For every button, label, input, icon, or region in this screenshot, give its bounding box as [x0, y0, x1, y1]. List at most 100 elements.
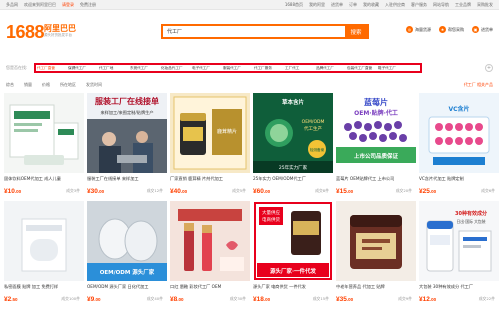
product-title[interactable]: 中老年营养品 代加工 贴牌	[336, 284, 416, 289]
product-image[interactable]: OEM/ODM 源头厂家	[87, 201, 167, 281]
banner-text: OEM·贴牌·代工	[354, 109, 398, 117]
product-sold: 成交3件	[66, 188, 80, 193]
product-title[interactable]: 固体饮料OEM代加工 成人儿童	[4, 176, 84, 181]
product-card[interactable]: OEM/ODM 源头厂家 OEM/ODM 源头厂家 日化代加工 ¥9.00 成交4…	[87, 201, 167, 309]
topbar-link[interactable]: 网站导航	[433, 2, 449, 8]
product-title[interactable]: 蓝莓片 OEM贴牌代工 上市公司	[336, 176, 416, 181]
product-image[interactable]: 蓝莓片 OEM·贴牌·代工 上市公司品质保证	[336, 93, 416, 173]
search-input[interactable]	[163, 26, 345, 37]
topbar-link[interactable]: 入驻供应商	[385, 2, 405, 8]
login-link[interactable]: 请登录	[62, 2, 74, 8]
logo[interactable]: 1688	[6, 22, 45, 43]
shortcut-item[interactable]: ◎ 海量货源	[406, 26, 431, 33]
banner-text: OEM/ODM	[302, 119, 325, 125]
product-image[interactable]	[170, 201, 250, 281]
sort-option[interactable]: 销量	[24, 82, 32, 88]
topbar-link[interactable]: 进货单	[331, 2, 343, 8]
banner-text: 蓝莓片	[364, 97, 388, 107]
related-tag[interactable]: 代工厂服务	[254, 66, 285, 71]
product-title[interactable]: 25年实力 OEM/ODM代工厂	[253, 176, 333, 181]
banner-text: 上市公司品质保证	[354, 152, 399, 160]
product-card[interactable]: 蓝莓片 OEM·贴牌·代工 上市公司品质保证 蓝莓片 OEM贴牌代工 上市公司 ¥1…	[336, 93, 416, 201]
topbar-link[interactable]: 采购批发	[477, 2, 493, 8]
banner-text: VC含片	[448, 105, 469, 113]
banner-text: 源头厂家·一件代发	[270, 267, 317, 275]
banner-text: 检测备案	[310, 147, 325, 152]
shortcut-item[interactable]: ▣ 进货单	[472, 26, 493, 33]
product-title[interactable]: 服装工厂在线接单 来样加工	[87, 176, 167, 181]
product-image[interactable]: 30种有效成分 日出·国际 大包装	[419, 201, 499, 281]
topbar-link[interactable]: 我的收藏	[363, 2, 379, 8]
product-card[interactable]: 鹿茸精片 厂家直销 鹿茸精 片剂代加工 ¥40.00 成交5件	[170, 93, 250, 201]
related-tag[interactable]: 包装代工厂直营	[347, 66, 378, 71]
product-price: ¥10.00	[4, 187, 22, 195]
product-image[interactable]: 草本含片 OEM/ODM 代工生产 检测备案 25年实力厂家	[253, 93, 333, 173]
product-title[interactable]: 私密面膜 贴牌 加工 免费打样	[4, 284, 84, 289]
related-tag[interactable]: 代工厂地	[99, 66, 130, 71]
sort-option[interactable]: 所在地区	[60, 82, 76, 88]
sort-option[interactable]: 综合	[6, 82, 14, 88]
product-price: ¥12.00	[419, 295, 437, 303]
product-title[interactable]: 大包装 30种有效成分 代工厂	[419, 284, 499, 289]
product-sold: 成交15件	[312, 296, 329, 301]
sort-option[interactable]: 发货时间	[86, 82, 102, 88]
topbar-link: 欢迎来到阿里巴巴	[24, 1, 56, 7]
product-card[interactable]: VC含片 VC含片代加工 贴牌定制 ¥25.00 成交6件	[419, 93, 499, 201]
shortcut-label: 海量货源	[415, 26, 431, 32]
product-card[interactable]: 服装工厂在线接单 来样加工/来图定制/贴牌生产 服装工厂在线接单 来样加工 ¥30…	[87, 93, 167, 201]
expand-more-button[interactable]: +	[485, 64, 493, 72]
globe-icon: ◎	[406, 26, 413, 33]
product-title[interactable]: 源头厂家 电商供货 一件代发	[253, 284, 333, 289]
product-title[interactable]: OEM/ODM 源头厂家 日化代加工	[87, 284, 167, 289]
product-price: ¥18.00	[253, 295, 271, 303]
banner-text: 来样加工/来图定制/贴牌生产	[100, 109, 153, 116]
product-card[interactable]: 中老年营养品 代加工 贴牌 ¥35.00 成交9件	[336, 201, 416, 309]
result-label: 代工厂 相关产品	[463, 82, 493, 87]
topbar-link[interactable]: 订单	[349, 2, 357, 8]
product-image[interactable]	[4, 201, 84, 281]
related-tag[interactable]: 服装代工厂	[223, 66, 254, 71]
product-card[interactable]: 私密面膜 贴牌 加工 免费打样 ¥2.50 成交100件	[4, 201, 84, 309]
product-title[interactable]: 厂家直销 鹿茸精 片剂代加工	[170, 176, 250, 181]
shortcut-item[interactable]: ★ 帮您采购	[439, 26, 464, 33]
product-image[interactable]: 大量供应 电商供货 源头厂家·一件代发	[253, 201, 333, 281]
register-link[interactable]: 免费注册	[80, 2, 96, 8]
related-tag[interactable]: 保健代工厂	[68, 66, 99, 71]
product-image[interactable]: 鹿茸精片	[170, 93, 250, 173]
product-title[interactable]: VC含片代加工 贴牌定制	[419, 176, 499, 181]
related-tag[interactable]: 电子代工厂	[192, 66, 223, 71]
product-price: ¥9.00	[87, 295, 101, 303]
product-card[interactable]: 大量供应 电商供货 源头厂家·一件代发 源头厂家 电商供货 一件代发 ¥18.00 成…	[253, 201, 333, 309]
product-image[interactable]: 服装工厂在线接单 来样加工/来图定制/贴牌生产	[87, 93, 167, 173]
related-tag[interactable]: 化妆品代工厂	[161, 66, 192, 71]
sort-option[interactable]: 价格	[42, 82, 50, 88]
topbar-link[interactable]: 客户服务	[411, 2, 427, 8]
related-tag[interactable]: 代工厂直营	[37, 66, 68, 71]
topbar-link[interactable]: 工业品牌	[455, 2, 471, 8]
banner-text: 电商供货	[262, 216, 280, 223]
product-title[interactable]: 口红 唇釉 彩妆代工厂 OEM	[170, 284, 250, 289]
product-card[interactable]: 30种有效成分 日出·国际 大包装 大包装 30种有效成分 代工厂 ¥12.00 成…	[419, 201, 499, 309]
banner-text: 代工生产	[304, 125, 322, 132]
product-image[interactable]: VC含片	[419, 93, 499, 173]
product-card[interactable]: 固体饮料OEM代加工 成人儿童 ¥10.00 成交3件	[4, 93, 84, 201]
related-search-label: 您是否在找:	[6, 65, 28, 70]
banner-text: 25年实力厂家	[279, 164, 308, 171]
topbar-link[interactable]: 我的阿里	[309, 2, 325, 8]
related-search-bar: 您是否在找: 代工厂直营 保健代工厂 代工厂地 东莞代工厂 化妆品代工厂 电子代…	[0, 62, 499, 74]
product-price: ¥8.00	[170, 295, 184, 303]
topbar-link[interactable]: 1688首页	[285, 2, 303, 8]
product-image[interactable]	[4, 93, 84, 173]
product-card[interactable]: 口红 唇釉 彩妆代工厂 OEM ¥8.00 成交30件	[170, 201, 250, 309]
search-button[interactable]: 搜索	[345, 26, 367, 37]
product-sold: 成交9件	[398, 296, 412, 301]
product-price: ¥60.00	[253, 187, 271, 195]
product-sold: 成交8件	[315, 188, 329, 193]
related-tag[interactable]: 工厂代工	[285, 66, 316, 71]
product-card[interactable]: 草本含片 OEM/ODM 代工生产 检测备案 25年实力厂家 25年实力 OEM/ODM…	[253, 93, 333, 201]
topbar-link[interactable]: 多品网	[6, 2, 18, 8]
related-tag[interactable]: 品牌代工厂	[316, 66, 347, 71]
product-image[interactable]	[336, 201, 416, 281]
related-tag[interactable]: 鞋子代工厂	[378, 66, 409, 71]
related-tag[interactable]: 东莞代工厂	[130, 66, 161, 71]
